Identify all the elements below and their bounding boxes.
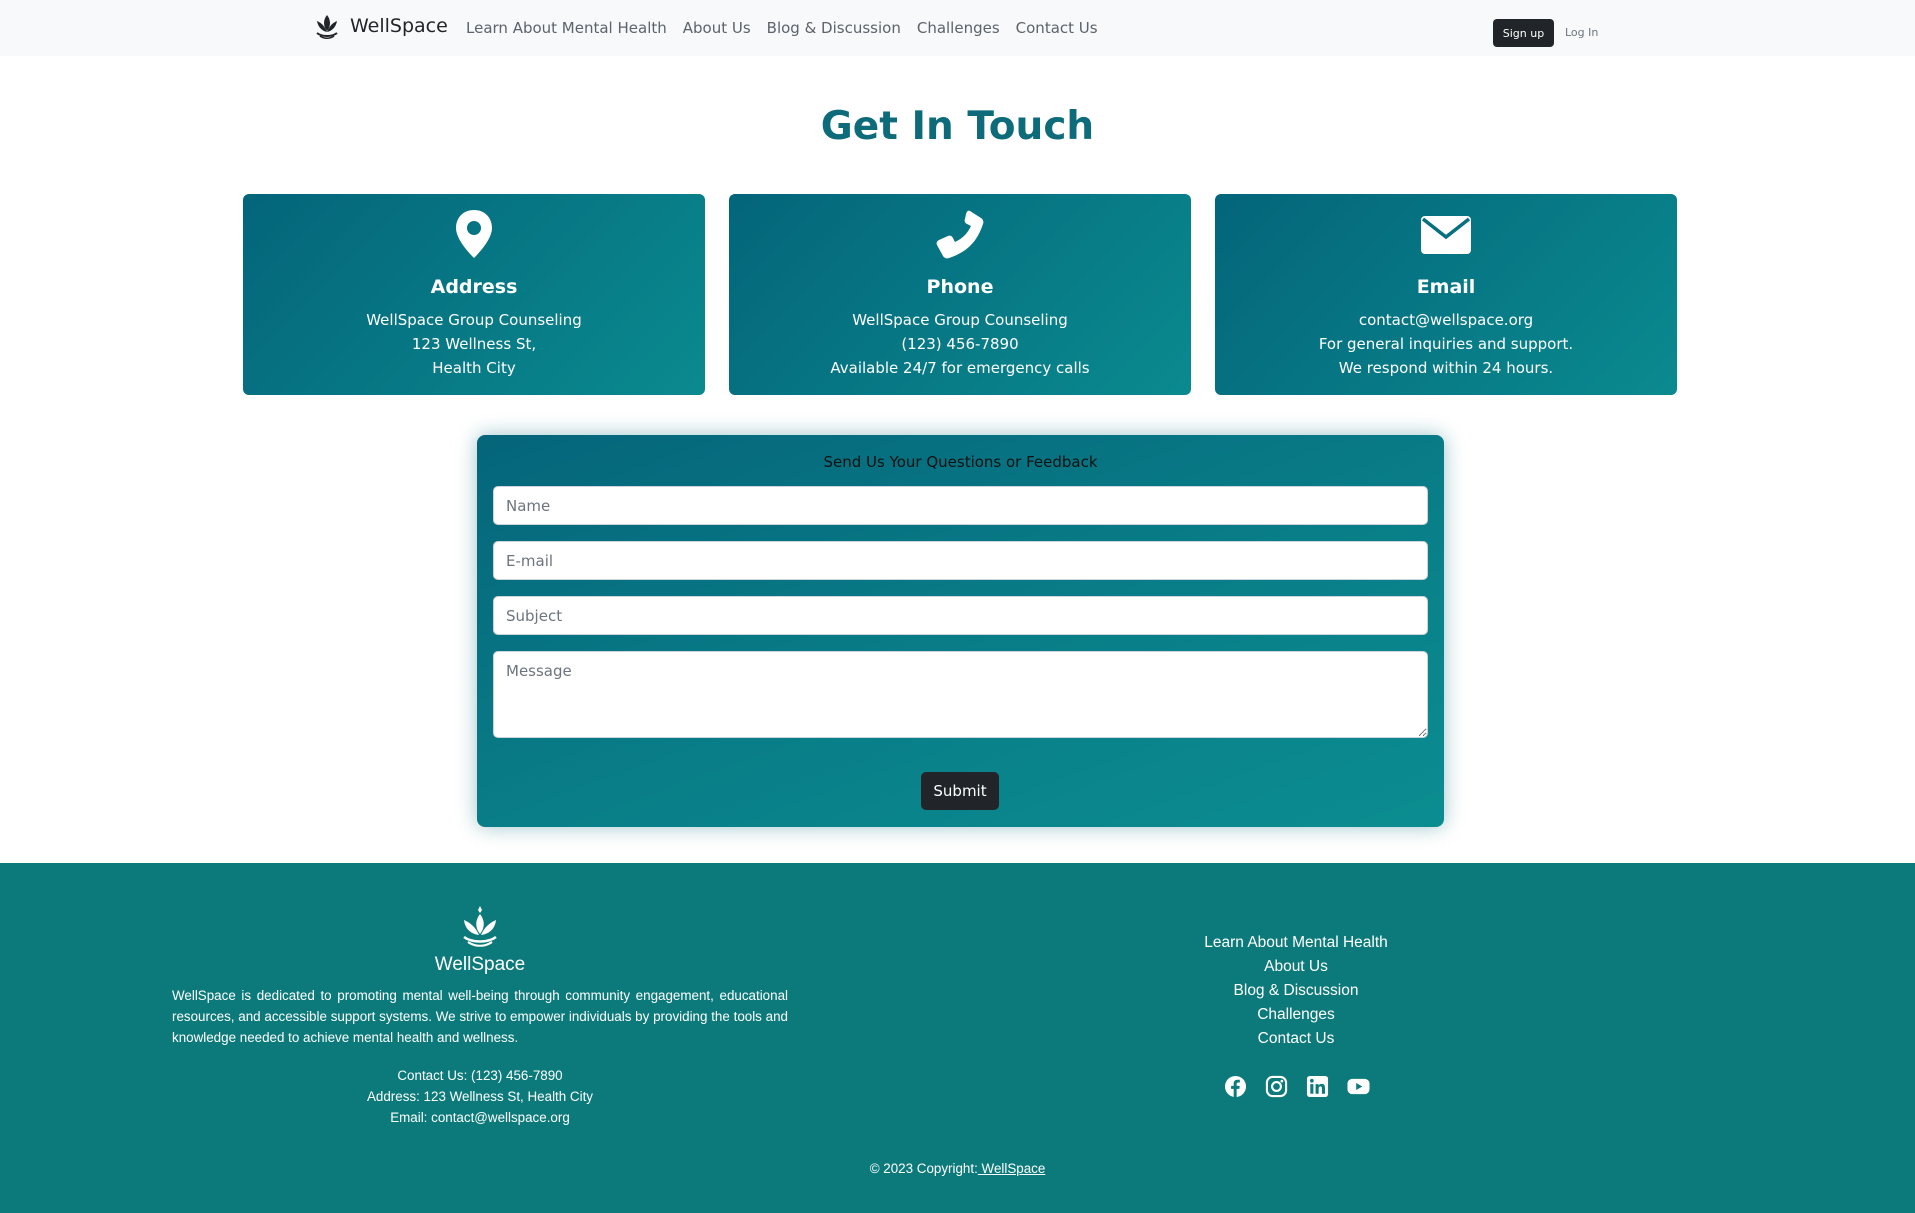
instagram-icon[interactable] xyxy=(1265,1075,1288,1098)
footer-link-blog[interactable]: Blog & Discussion xyxy=(1146,979,1446,1003)
card-line: 123 Wellness St, xyxy=(411,335,537,353)
nav-link-learn[interactable]: Learn About Mental Health xyxy=(466,19,667,37)
nav-link-challenges[interactable]: Challenges xyxy=(917,19,1000,37)
brand[interactable]: WellSpace xyxy=(314,12,448,40)
nav-link-about[interactable]: About Us xyxy=(683,19,751,37)
brand-name: WellSpace xyxy=(350,15,448,37)
footer-link-learn[interactable]: Learn About Mental Health xyxy=(1146,931,1446,955)
email-card: Email contact@wellspace.org For general … xyxy=(1215,194,1677,395)
card-lines: WellSpace Group Counseling 123 Wellness … xyxy=(243,308,705,380)
card-line: We respond within 24 hours. xyxy=(1338,359,1554,377)
phone-card: Phone WellSpace Group Counseling (123) 4… xyxy=(729,194,1191,395)
linkedin-icon[interactable] xyxy=(1306,1075,1329,1098)
footer-link-contact[interactable]: Contact Us xyxy=(1146,1027,1446,1051)
nav-links: Learn About Mental Health About Us Blog … xyxy=(466,19,1098,37)
card-line: WellSpace Group Counseling xyxy=(852,311,1068,329)
map-pin-icon xyxy=(456,210,492,258)
envelope-icon xyxy=(1421,216,1471,254)
footer-contact-address: Address: 123 Wellness St, Health City xyxy=(366,1089,593,1104)
name-input[interactable] xyxy=(493,486,1428,525)
card-line: For general inquiries and support. xyxy=(1318,335,1574,353)
subject-input[interactable] xyxy=(493,596,1428,635)
navbar: WellSpace Learn About Mental Health Abou… xyxy=(0,0,1915,56)
footer-description: WellSpace is dedicated to promoting ment… xyxy=(172,988,788,1045)
nav-link-blog[interactable]: Blog & Discussion xyxy=(767,19,901,37)
address-card: Address WellSpace Group Counseling 123 W… xyxy=(243,194,705,395)
card-lines: contact@wellspace.org For general inquir… xyxy=(1215,308,1677,380)
signup-button[interactable]: Sign up xyxy=(1493,19,1554,47)
submit-button[interactable]: Submit xyxy=(921,772,999,810)
page-title: Get In Touch xyxy=(820,104,1095,149)
copyright-link[interactable]: WellSpace xyxy=(978,1161,1046,1176)
contact-form: Send Us Your Questions or Feedback Submi… xyxy=(477,435,1444,827)
facebook-icon[interactable] xyxy=(1224,1075,1247,1098)
message-textarea[interactable] xyxy=(493,651,1428,738)
email-input[interactable] xyxy=(493,541,1428,580)
copyright-text: © 2023 Copyright: xyxy=(869,1161,978,1176)
footer-contact-phone: Contact Us: (123) 456-7890 xyxy=(397,1068,563,1083)
nav-link-contact[interactable]: Contact Us xyxy=(1016,19,1098,37)
social-links xyxy=(1224,1075,1370,1098)
footer-contact-email: Email: contact@wellspace.org xyxy=(390,1110,570,1125)
youtube-icon[interactable] xyxy=(1347,1075,1370,1098)
card-line: Available 24/7 for emergency calls xyxy=(830,359,1090,377)
card-lines: WellSpace Group Counseling (123) 456-789… xyxy=(729,308,1191,380)
footer-copyright: © 2023 Copyright: WellSpace xyxy=(0,1161,1915,1176)
card-line: contact@wellspace.org xyxy=(1358,311,1534,329)
lotus-logo-icon xyxy=(316,15,338,40)
footer-link-about[interactable]: About Us xyxy=(1146,955,1446,979)
lotus-logo-icon xyxy=(463,906,497,947)
card-title: Email xyxy=(1416,276,1476,298)
footer-link-challenges[interactable]: Challenges xyxy=(1146,1003,1446,1027)
footer-links: Learn About Mental Health About Us Blog … xyxy=(1146,931,1446,1051)
card-line: Health City xyxy=(432,359,516,377)
card-title: Phone xyxy=(926,276,994,298)
form-title: Send Us Your Questions or Feedback xyxy=(823,453,1098,471)
login-link[interactable]: Log In xyxy=(1565,26,1598,39)
footer-brand: WellSpace xyxy=(434,954,526,975)
card-line: WellSpace Group Counseling xyxy=(366,311,582,329)
phone-icon xyxy=(936,210,984,259)
card-title: Address xyxy=(430,276,518,298)
footer-contact: Contact Us: (123) 456-7890 Address: 123 … xyxy=(280,1065,680,1128)
card-line: (123) 456-7890 xyxy=(901,335,1019,353)
footer: WellSpace WellSpace is dedicated to prom… xyxy=(0,863,1915,1213)
